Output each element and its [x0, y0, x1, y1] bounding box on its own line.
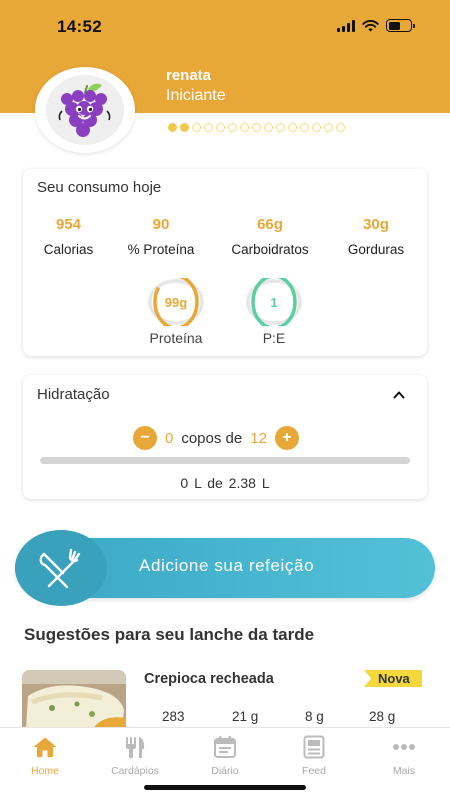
- cups-goal: 12: [250, 429, 267, 447]
- macro-fat: 30g Gorduras: [339, 216, 413, 257]
- tab-label: Diário: [211, 765, 239, 777]
- tab-label: Home: [30, 765, 59, 777]
- increase-cups-button[interactable]: +: [274, 426, 299, 450]
- food-protein: 28 g: [369, 709, 396, 724]
- ring-value: 1: [270, 295, 277, 310]
- daily-consumption-card[interactable]: Seu consumo hoje 954 Calorias 90 % Prote…: [23, 169, 427, 356]
- user-level: Iniciante: [166, 87, 226, 104]
- progress-dot: [180, 123, 189, 132]
- macro-value: 66g: [257, 216, 283, 233]
- progress-dot: [192, 123, 201, 132]
- grape-avatar-icon: [46, 75, 124, 145]
- tab-diario[interactable]: Diário: [190, 734, 260, 777]
- tab-feed[interactable]: Feed: [279, 734, 349, 777]
- macro-value: 954: [55, 216, 82, 233]
- progress-dot: [336, 123, 345, 132]
- hydration-title: Hidratação: [37, 386, 110, 403]
- tab-home[interactable]: Home: [10, 734, 80, 777]
- progress-dot: [312, 123, 321, 132]
- status-time: 14:52: [57, 17, 102, 36]
- calendar-icon: [214, 736, 236, 758]
- new-badge: Nova: [364, 670, 422, 687]
- cups-between-label: copos de: [181, 429, 243, 447]
- cups-counter: − 0 copos de 12 +: [133, 426, 299, 450]
- avatar[interactable]: [35, 67, 135, 153]
- food-image[interactable]: [22, 670, 126, 730]
- status-bar: 14:52: [0, 0, 450, 54]
- more-icon: [393, 744, 415, 750]
- home-indicator: [144, 785, 306, 790]
- hydration-card: Hidratação − 0 copos de 12 + 0 L de 2.38…: [23, 375, 427, 499]
- food-carbs: 21 g: [232, 709, 259, 724]
- tab-label: Mais: [392, 765, 416, 777]
- progress-dot: [216, 123, 225, 132]
- progress-dot: [288, 123, 297, 132]
- cutlery-icon: [126, 737, 145, 758]
- progress-dot: [276, 123, 285, 132]
- macro-label: Gorduras: [347, 242, 405, 257]
- home-icon: [33, 737, 57, 757]
- progress-dot: [168, 123, 177, 132]
- progress-dot: [228, 123, 237, 132]
- ring-value: 99g: [165, 295, 187, 310]
- macro-protein-percent: 90 % Proteína: [117, 216, 205, 257]
- cutlery-icon: [15, 530, 107, 606]
- ring-label: Proteína: [149, 330, 203, 346]
- macro-label: Calorias: [43, 242, 94, 257]
- progress-dot: [240, 123, 249, 132]
- pe-ratio-ring: 1: [246, 274, 302, 330]
- tab-cardapios[interactable]: Cardápios: [100, 734, 170, 777]
- hydration-liters: 0 L de 2.38 L: [180, 475, 270, 491]
- suggestions-title: Sugestões para seu lanche da tarde: [24, 625, 315, 644]
- decrease-cups-button[interactable]: −: [133, 426, 157, 450]
- macro-label: Carboidratos: [231, 242, 309, 257]
- level-progress: [168, 123, 345, 132]
- macro-label: % Proteína: [127, 242, 195, 257]
- user-name: renata: [166, 67, 212, 84]
- new-badge-label: Nova: [378, 671, 410, 686]
- progress-dot: [324, 123, 333, 132]
- cups-current: 0: [165, 429, 174, 447]
- macro-value: 30g: [363, 216, 389, 233]
- battery-icon: [386, 19, 415, 32]
- progress-dot: [252, 123, 261, 132]
- add-meal-button[interactable]: Adicione sua refeição: [15, 530, 435, 606]
- food-name[interactable]: Crepioca recheada: [144, 671, 274, 687]
- status-icons: [337, 19, 415, 32]
- tab-label: Feed: [302, 765, 326, 777]
- feed-icon: [303, 735, 325, 759]
- progress-dot: [264, 123, 273, 132]
- consumption-title: Seu consumo hoje: [37, 179, 162, 196]
- food-fat: 8 g: [305, 709, 324, 724]
- tab-mais[interactable]: Mais: [369, 734, 439, 777]
- add-meal-label: Adicione sua refeição: [139, 556, 315, 575]
- signal-icon: [337, 19, 355, 32]
- wifi-icon: [362, 19, 379, 31]
- protein-ring: 99g: [148, 274, 204, 330]
- macro-calories: 954 Calorias: [37, 216, 100, 257]
- food-calories: 283: [162, 709, 185, 724]
- macro-carbs: 66g Carboidratos: [220, 216, 320, 257]
- hydration-progress-bar: [40, 457, 410, 464]
- progress-dot: [300, 123, 309, 132]
- progress-dot: [204, 123, 213, 132]
- chevron-up-icon[interactable]: [393, 389, 405, 401]
- macro-value: 90: [152, 216, 170, 233]
- tab-label: Cardápios: [111, 765, 159, 777]
- ring-label: P:E: [262, 330, 286, 346]
